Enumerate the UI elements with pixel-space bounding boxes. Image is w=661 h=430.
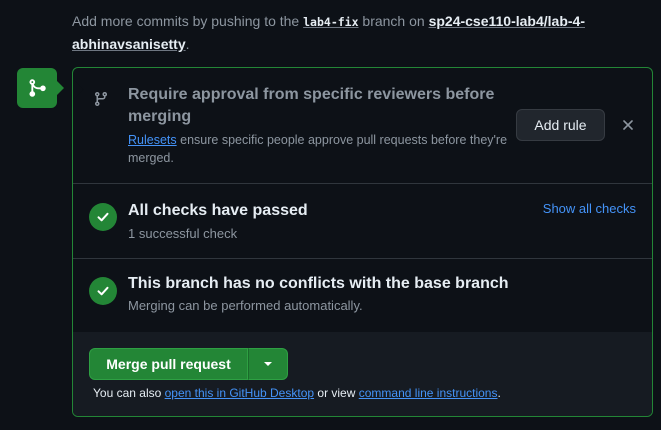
- merge-actions: Merge pull request You can also open thi…: [73, 332, 652, 416]
- merge-help-prefix: You can also: [93, 386, 162, 400]
- merge-help-suffix: .: [497, 386, 501, 400]
- checks-title: All checks have passed: [128, 202, 308, 219]
- check-icon: [89, 277, 117, 305]
- ruleset-title: Require approval from specific reviewers…: [128, 86, 495, 125]
- merge-box: Require approval from specific reviewers…: [72, 67, 653, 417]
- ruleset-suggestion: Require approval from specific reviewers…: [73, 68, 652, 184]
- git-merge-icon: [17, 68, 64, 108]
- branch-name-link[interactable]: lab4-fix: [303, 15, 358, 29]
- merge-options-dropdown[interactable]: [248, 348, 288, 380]
- show-all-checks-link[interactable]: Show all checks: [543, 201, 636, 216]
- push-instructions: Add more commits by pushing to the lab4-…: [72, 10, 642, 55]
- merge-help-middle: or view: [317, 386, 356, 400]
- push-note-prefix: Add more commits by pushing to the: [72, 13, 300, 29]
- checks-status: All checks have passed 1 successful chec…: [73, 183, 652, 259]
- checks-subtitle: 1 successful check: [128, 226, 238, 241]
- rulesets-link[interactable]: Rulesets: [128, 133, 177, 147]
- add-rule-button[interactable]: Add rule: [516, 109, 605, 141]
- merge-pull-request-button[interactable]: Merge pull request: [89, 348, 248, 380]
- ruleset-desc-text: ensure specific people approve pull requ…: [128, 133, 508, 165]
- open-github-desktop-link[interactable]: open this in GitHub Desktop: [165, 386, 314, 400]
- close-icon[interactable]: [619, 116, 637, 134]
- check-icon: [89, 203, 117, 231]
- ruleset-description: Rulesets ensure specific people approve …: [128, 131, 508, 167]
- conflicts-title: This branch has no conflicts with the ba…: [128, 275, 509, 292]
- conflicts-status: This branch has no conflicts with the ba…: [73, 258, 652, 333]
- git-branch-icon: [89, 87, 113, 111]
- push-note-middle: branch on: [362, 13, 425, 29]
- command-line-instructions-link[interactable]: command line instructions: [359, 386, 498, 400]
- merge-help-text: You can also open this in GitHub Desktop…: [93, 386, 501, 400]
- push-note-suffix: .: [185, 36, 190, 52]
- triangle-down-icon: [264, 362, 272, 366]
- merge-button-group: Merge pull request: [89, 348, 288, 380]
- conflicts-subtitle: Merging can be performed automatically.: [128, 298, 363, 313]
